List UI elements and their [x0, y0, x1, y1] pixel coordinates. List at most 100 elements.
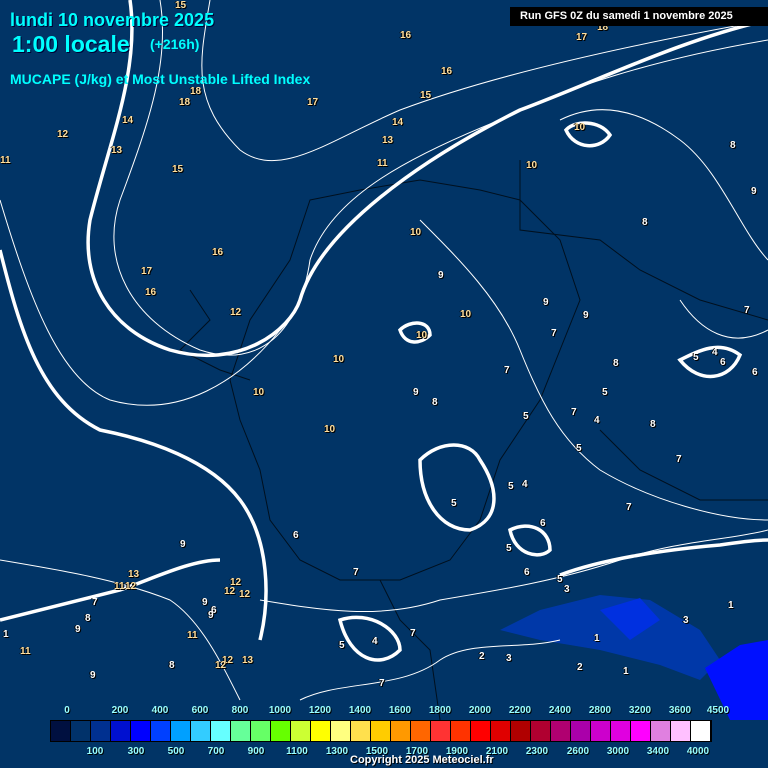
color-scale-cell [251, 721, 271, 741]
contour-label: 8 [730, 140, 736, 151]
contour-label: 16 [145, 287, 157, 298]
contour-label: 11 [0, 155, 11, 166]
color-scale-cell [71, 721, 91, 741]
color-scale-top-label: 1800 [428, 705, 452, 716]
contour-label: 2 [479, 651, 485, 662]
color-scale-cell [291, 721, 311, 741]
contour-label: 12 [215, 660, 227, 671]
color-scale-top-label: 2000 [468, 705, 492, 716]
contour-label: 15 [420, 90, 432, 101]
contour-label: 7 [410, 628, 416, 639]
contour-label: 9 [208, 610, 214, 621]
contour-label: 10 [526, 160, 538, 171]
color-scale-top-label: 0 [64, 705, 70, 716]
contour-label: 18 [190, 86, 202, 97]
color-scale-cell [391, 721, 411, 741]
color-scale-cell [471, 721, 491, 741]
color-scale-bottom-label: 1300 [325, 746, 349, 757]
color-scale-cell [631, 721, 651, 741]
color-scale-cell [511, 721, 531, 741]
contour-label: 13 [382, 135, 394, 146]
contour-label: 12 [239, 589, 251, 600]
color-scale-cell [671, 721, 691, 741]
contour-label: 1 [594, 633, 600, 644]
contour-label: 10 [333, 354, 345, 365]
color-scale-cell [151, 721, 171, 741]
color-scale-cell [111, 721, 131, 741]
color-scale-cell [371, 721, 391, 741]
contour-label: 3 [683, 615, 689, 626]
color-scale-cell [131, 721, 151, 741]
contour-label: 9 [583, 310, 589, 321]
color-scale-top-label: 200 [111, 705, 129, 716]
contour-label: 9 [90, 670, 96, 681]
color-scale-bottom-label: 700 [207, 746, 225, 757]
forecast-lead: (+216h) [150, 36, 200, 52]
color-scale-cell [491, 721, 511, 741]
contour-label: 10 [324, 424, 336, 435]
contour-label: 10 [410, 227, 422, 238]
contour-label: 7 [744, 305, 750, 316]
copyright: Copyright 2025 Meteociel.fr [350, 754, 494, 766]
color-scale-top-label: 1200 [308, 705, 332, 716]
contour-label: 7 [626, 502, 632, 513]
color-scale-top-label: 4500 [706, 705, 730, 716]
contour-label: 1 [623, 666, 629, 677]
contour-label: 15 [172, 164, 184, 175]
color-scale-bottom-label: 3000 [606, 746, 630, 757]
contour-label: 4 [372, 636, 378, 647]
color-scale-top-label: 1400 [348, 705, 372, 716]
color-scale-bottom-label: 4000 [686, 746, 710, 757]
contour-label: 16 [212, 247, 224, 258]
contour-label: 6 [524, 567, 530, 578]
color-scale-cell [271, 721, 291, 741]
contour-label: 9 [751, 186, 757, 197]
contour-label: 17 [307, 97, 319, 108]
weather-map [0, 0, 768, 768]
contour-label: 5 [451, 498, 457, 509]
contour-label: 1 [3, 629, 9, 640]
color-scale-cell [591, 721, 611, 741]
contour-label: 14 [392, 117, 404, 128]
color-scale-bottom-label: 900 [247, 746, 265, 757]
color-scale-bottom-label: 1100 [286, 746, 308, 757]
contour-label: 16 [441, 66, 453, 77]
color-scale-top-label: 400 [151, 705, 169, 716]
contour-label: 8 [432, 397, 438, 408]
contour-label: 9 [202, 597, 208, 608]
contour-label: 13 [128, 569, 140, 580]
contour-label: 9 [75, 624, 81, 635]
color-scale-bottom-label: 300 [127, 746, 145, 757]
color-scale-cell [551, 721, 571, 741]
contour-label: 18 [179, 97, 191, 108]
parameter-title: MUCAPE (J/kg) et Most Unstable Lifted In… [10, 71, 311, 87]
color-scale-bottom-label: 2300 [525, 746, 549, 757]
contour-label: 6 [293, 530, 299, 541]
contour-label: 2 [577, 662, 583, 673]
contour-label: 3 [564, 584, 570, 595]
contour-label: 5 [508, 481, 514, 492]
color-scale-cell [451, 721, 471, 741]
contour-label: 10 [416, 330, 428, 341]
color-scale-cell [691, 721, 711, 741]
color-scale-cell [231, 721, 251, 741]
contour-label: 4 [594, 415, 600, 426]
color-scale-bottom-label: 500 [167, 746, 185, 757]
contour-label: 9 [543, 297, 549, 308]
contour-label: 7 [676, 454, 682, 465]
color-scale-cell [51, 721, 71, 741]
contour-label: 12 [57, 129, 69, 140]
contour-label: 13 [242, 655, 254, 666]
contour-label: 12 [125, 581, 137, 592]
contour-label: 10 [574, 122, 586, 133]
contour-label: 14 [122, 115, 134, 126]
color-scale-bottom-label: 2600 [566, 746, 590, 757]
color-scale-cell [571, 721, 591, 741]
contour-label: 5 [339, 640, 345, 651]
color-scale-cell [431, 721, 451, 741]
contour-label: 17 [141, 266, 153, 277]
contour-label: 9 [413, 387, 419, 398]
contour-label: 5 [523, 411, 529, 422]
color-scale-top-label: 3600 [668, 705, 692, 716]
contour-label: 11 [114, 581, 125, 592]
